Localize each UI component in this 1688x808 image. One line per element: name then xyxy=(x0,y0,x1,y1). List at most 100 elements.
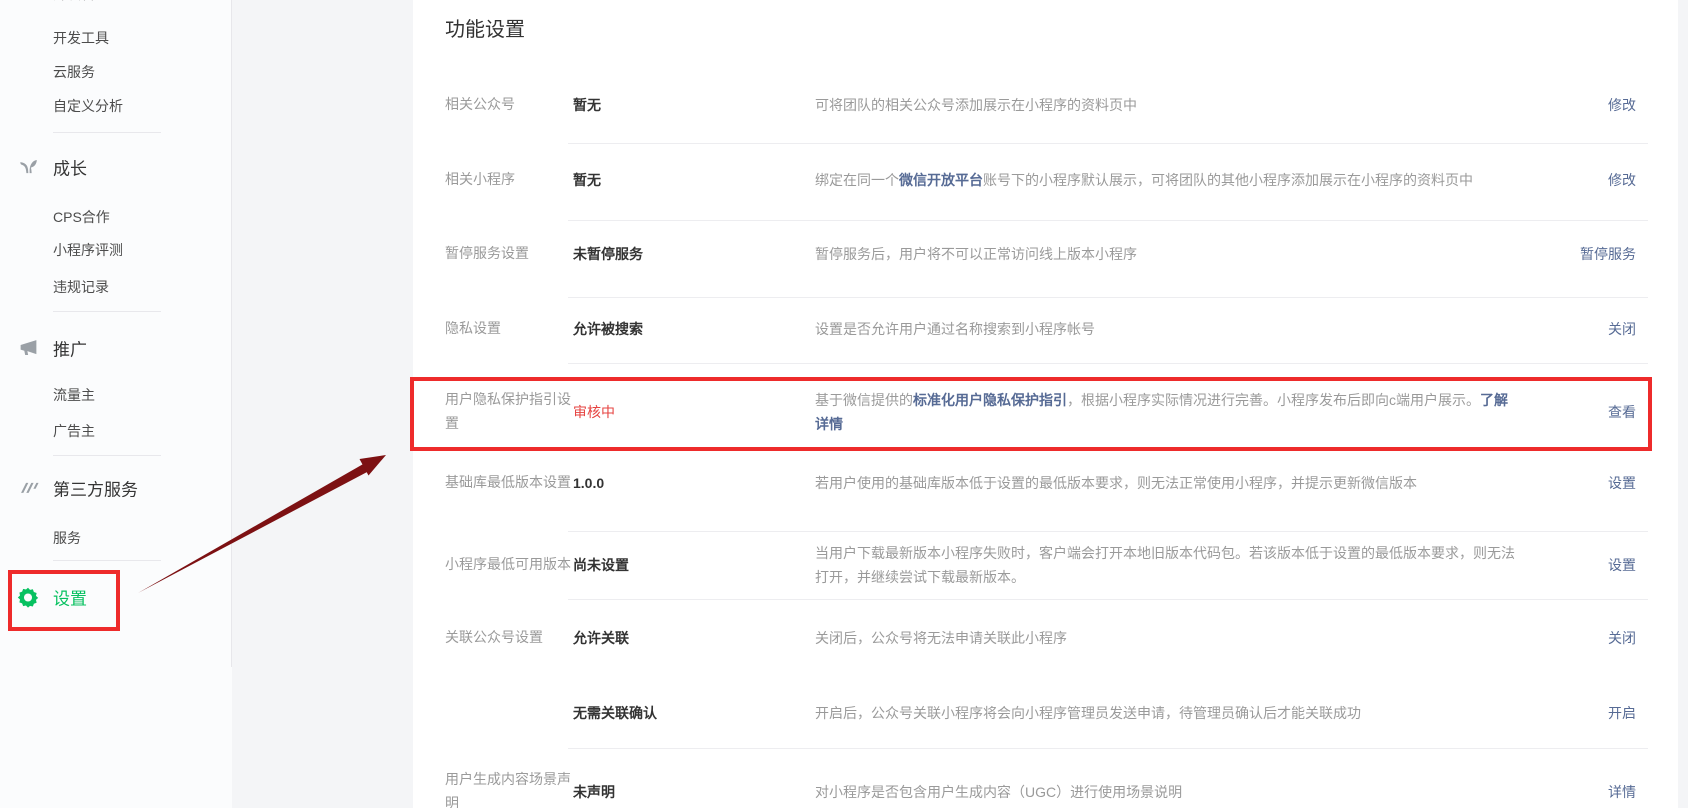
row-action-link[interactable]: 设置 xyxy=(1608,557,1636,573)
sidebar-section-megaphone[interactable]: 推广 xyxy=(0,336,232,361)
sidebar-item[interactable]: 小程序评测 xyxy=(0,240,232,260)
row-divider xyxy=(568,143,1648,144)
row-label: 相关小程序 xyxy=(445,168,573,192)
sidebar-item-label: 流量主 xyxy=(53,385,95,405)
row-description: 关闭后，公众号将无法申请关联此小程序 xyxy=(815,626,1515,651)
row-action-link[interactable]: 设置 xyxy=(1608,475,1636,491)
sidebar-item[interactable]: 开发管理 xyxy=(0,0,232,4)
settings-row: 小程序最低可用版本 尚未设置 当用户下载最新版本小程序失败时，客户端会打开本地旧… xyxy=(445,524,1636,606)
row-divider xyxy=(568,220,1648,221)
row-action-link[interactable]: 修改 xyxy=(1608,172,1636,188)
sidebar-item[interactable]: 服务 xyxy=(0,528,232,548)
row-action-link[interactable]: 暂停服务 xyxy=(1580,246,1636,262)
sidebar-item-label: 小程序评测 xyxy=(53,240,123,260)
description-text: 可将团队的相关公众号添加展示在小程序的资料页中 xyxy=(815,97,1137,113)
row-divider xyxy=(568,599,1648,600)
sidebar-section-divider xyxy=(53,560,161,561)
sidebar-item-label: 开发工具 xyxy=(53,28,109,48)
description-text: 绑定在同一个 xyxy=(815,172,899,188)
row-label: 隐私设置 xyxy=(445,317,573,341)
sidebar-divider-vertical xyxy=(231,0,232,667)
settings-row: 无需关联确认 开启后，公众号关联小程序将会向小程序管理员发送申请，待管理员确认后… xyxy=(445,691,1636,735)
description-text: 账号下的小程序默认展示，可将团队的其他小程序添加展示在小程序的资料页中 xyxy=(983,172,1473,188)
description-text: 对小程序是否包含用户生成内容（UGC）进行使用场景说明 xyxy=(815,784,1182,800)
description-text: 设置是否允许用户通过名称搜索到小程序帐号 xyxy=(815,321,1095,337)
megaphone-icon xyxy=(17,337,39,359)
row-label: 暂停服务设置 xyxy=(445,242,573,266)
row-value: 尚未设置 xyxy=(573,555,815,575)
description-text: 关闭后，公众号将无法申请关联此小程序 xyxy=(815,630,1067,646)
sidebar-section-label: 推广 xyxy=(53,336,87,361)
row-value: 暂无 xyxy=(573,170,815,190)
row-action-link[interactable]: 详情 xyxy=(1608,784,1636,800)
sidebar-section-sprout[interactable]: 成长 xyxy=(0,155,232,180)
row-divider xyxy=(568,748,1648,749)
annotation-box-privacy-row xyxy=(410,377,1652,451)
row-description: 若用户使用的基础库版本低于设置的最低版本要求，则无法正常使用小程序，并提示更新微… xyxy=(815,471,1515,496)
sprout-icon xyxy=(17,156,39,178)
row-label: 基础库最低版本设置 xyxy=(445,471,573,495)
sidebar-item[interactable]: 开发工具 xyxy=(0,28,232,48)
sidebar-section-divider xyxy=(53,311,161,312)
row-label: 相关公众号 xyxy=(445,93,573,117)
sidebar: 开发管理开发工具云服务自定义分析成长 CPS合作小程序评测违规记录推广流量主广告主… xyxy=(0,0,232,808)
sidebar-item-label: 广告主 xyxy=(53,421,95,441)
row-description: 可将团队的相关公众号添加展示在小程序的资料页中 xyxy=(815,93,1515,118)
sidebar-item[interactable]: CPS合作 xyxy=(0,207,232,227)
row-divider xyxy=(568,531,1648,532)
row-value: 允许关联 xyxy=(573,628,815,648)
sidebar-item-label: 云服务 xyxy=(53,62,95,82)
third-party-icon xyxy=(17,477,39,499)
row-label: 关联公众号设置 xyxy=(445,626,573,650)
settings-row: 相关公众号 暂无 可将团队的相关公众号添加展示在小程序的资料页中 修改 xyxy=(445,83,1636,127)
row-description: 对小程序是否包含用户生成内容（UGC）进行使用场景说明 xyxy=(815,780,1515,805)
row-value: 未声明 xyxy=(573,782,815,802)
sidebar-item[interactable]: 云服务 xyxy=(0,62,232,82)
annotation-box-sidebar-settings xyxy=(8,570,120,631)
settings-row: 隐私设置 允许被搜索 设置是否允许用户通过名称搜索到小程序帐号 关闭 xyxy=(445,307,1636,351)
sidebar-item-label: 违规记录 xyxy=(53,277,109,297)
row-description: 设置是否允许用户通过名称搜索到小程序帐号 xyxy=(815,317,1515,342)
sidebar-section-divider xyxy=(53,132,161,133)
description-text: 若用户使用的基础库版本低于设置的最低版本要求，则无法正常使用小程序，并提示更新微… xyxy=(815,475,1417,491)
row-action-link[interactable]: 修改 xyxy=(1608,97,1636,113)
sidebar-section-label: 第三方服务 xyxy=(53,476,138,501)
row-value: 未暂停服务 xyxy=(573,244,815,264)
settings-row: 暂停服务设置 未暂停服务 暂停服务后，用户将不可以正常访问线上版本小程序 暂停服… xyxy=(445,232,1636,276)
sidebar-section-divider xyxy=(53,455,161,456)
description-text: 开启后，公众号关联小程序将会向小程序管理员发送申请，待管理员确认后才能关联成功 xyxy=(815,705,1361,721)
row-description: 暂停服务后，用户将不可以正常访问线上版本小程序 xyxy=(815,242,1515,267)
row-divider xyxy=(568,363,1648,364)
sidebar-item-label: 自定义分析 xyxy=(53,96,123,116)
row-action-link[interactable]: 关闭 xyxy=(1608,321,1636,337)
row-divider xyxy=(568,297,1648,298)
page-title: 功能设置 xyxy=(445,13,525,42)
row-action-link[interactable]: 开启 xyxy=(1608,705,1636,721)
sidebar-item[interactable]: 广告主 xyxy=(0,421,232,441)
row-value: 暂无 xyxy=(573,95,815,115)
settings-row: 关联公众号设置 允许关联 关闭后，公众号将无法申请关联此小程序 关闭 xyxy=(445,616,1636,660)
row-description: 开启后，公众号关联小程序将会向小程序管理员发送申请，待管理员确认后才能关联成功 xyxy=(815,701,1515,726)
row-label: 用户生成内容场景声明 xyxy=(445,768,573,808)
row-description: 绑定在同一个微信开放平台账号下的小程序默认展示，可将团队的其他小程序添加展示在小… xyxy=(815,168,1515,193)
sidebar-item-label: 开发管理 xyxy=(53,0,109,4)
sidebar-item[interactable]: 违规记录 xyxy=(0,277,232,297)
row-action-link[interactable]: 关闭 xyxy=(1608,630,1636,646)
sidebar-section-label: 成长 xyxy=(53,155,87,180)
inline-link[interactable]: 微信开放平台 xyxy=(899,172,983,188)
sidebar-item-label: CPS合作 xyxy=(53,207,110,227)
row-description: 当用户下载最新版本小程序失败时，客户端会打开本地旧版本代码包。若该版本低于设置的… xyxy=(815,541,1515,590)
sidebar-item-label: 服务 xyxy=(53,528,81,548)
description-text: 暂停服务后，用户将不可以正常访问线上版本小程序 xyxy=(815,246,1137,262)
row-value: 允许被搜索 xyxy=(573,319,815,339)
row-value: 无需关联确认 xyxy=(573,703,815,723)
row-label: 小程序最低可用版本 xyxy=(445,553,573,577)
settings-row: 基础库最低版本设置 1.0.0 若用户使用的基础库版本低于设置的最低版本要求，则… xyxy=(445,442,1636,524)
description-text: 当用户下载最新版本小程序失败时，客户端会打开本地旧版本代码包。若该版本低于设置的… xyxy=(815,545,1515,586)
sidebar-item[interactable]: 自定义分析 xyxy=(0,96,232,116)
row-value: 1.0.0 xyxy=(573,475,815,491)
settings-row: 相关小程序 暂无 绑定在同一个微信开放平台账号下的小程序默认展示，可将团队的其他… xyxy=(445,158,1636,202)
sidebar-section-third-party[interactable]: 第三方服务 xyxy=(0,476,232,501)
settings-row: 用户生成内容场景声明 未声明 对小程序是否包含用户生成内容（UGC）进行使用场景… xyxy=(445,752,1636,808)
sidebar-item[interactable]: 流量主 xyxy=(0,385,232,405)
